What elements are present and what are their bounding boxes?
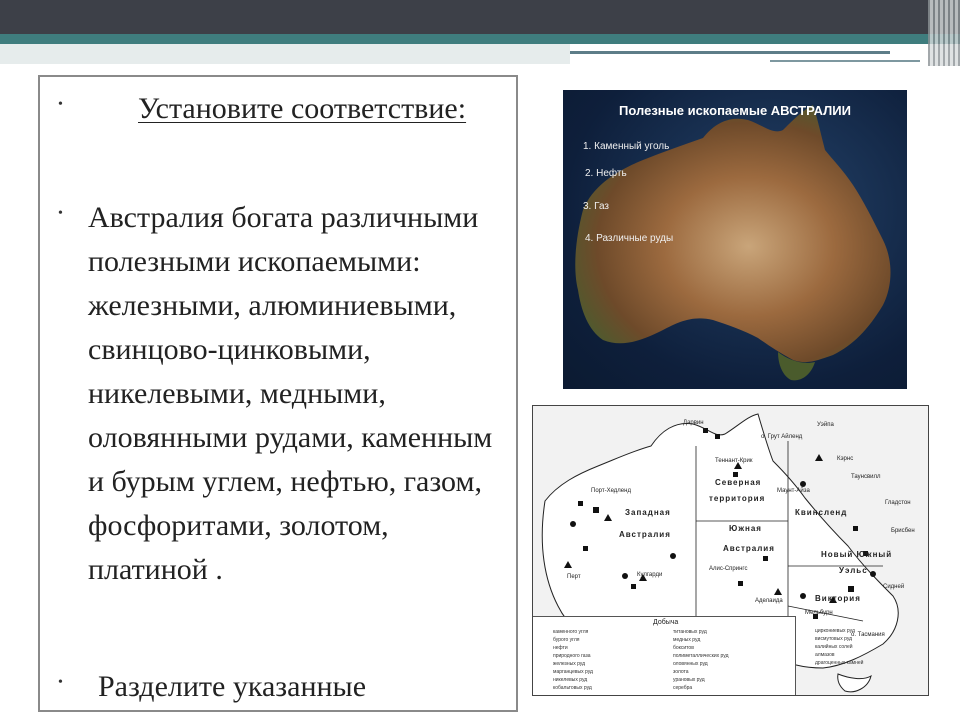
header-accent-line-short <box>770 60 920 62</box>
city-label: Дарвин <box>683 420 704 426</box>
legend-key: нефти <box>553 645 568 651</box>
bullet-task: • Установите соответствие: <box>58 87 508 131</box>
region-qld: Квинсленд <box>795 508 848 517</box>
tasmania-outline <box>837 673 872 693</box>
city-label: Брисбен <box>891 528 915 534</box>
city-label: Теннант-Крик <box>715 458 753 464</box>
bullet-text-description: Австралия богата различными полезными ис… <box>88 201 493 586</box>
legend-key: циркониевых руд <box>815 628 855 634</box>
legend-key: каменного угля <box>553 629 589 635</box>
region-wa-line2: Австралия <box>619 530 671 539</box>
region-nt-line1: Северная <box>715 478 762 487</box>
legend-key: бурого угля <box>553 637 580 643</box>
region-nt-line2: территория <box>709 494 766 503</box>
header-light-band <box>0 44 570 64</box>
satellite-map-australia: Полезные ископаемые АВСТРАЛИИ 1. Каменны… <box>563 90 907 389</box>
city-label: Сидней <box>883 584 905 590</box>
legend-key: висмутовых руд <box>815 636 853 642</box>
city-label: Порт-Хедленд <box>591 488 631 494</box>
legend-key: железных руд <box>553 661 586 667</box>
bullet-dot: • <box>58 97 63 112</box>
city-label: Уэйпа <box>817 422 834 428</box>
mineral-map-australia: Северная территория Западная Австралия Ю… <box>532 405 929 696</box>
city-label: Аделаида <box>755 598 783 604</box>
legend-oil: 2. Нефть <box>585 168 627 179</box>
legend-key: серебра <box>673 685 693 691</box>
city-label: Мельбурн <box>805 610 833 616</box>
bullet-dot: • <box>58 675 63 690</box>
header-teal-band <box>0 34 960 44</box>
region-nsw: Новый Южный <box>821 550 893 559</box>
legend-key: медных руд <box>673 637 701 643</box>
legend-key: титановых руд <box>673 629 707 635</box>
legend-key: полиметаллических руд <box>673 653 729 659</box>
legend-key: оловянных руд <box>673 661 708 667</box>
city-label: Маунт-Айза <box>777 488 810 494</box>
city-label: Алис-Спрингс <box>709 566 748 572</box>
header-accent-line <box>570 51 890 54</box>
region-nsw-line2: Уэльс <box>839 566 868 575</box>
legend-coal: 1. Каменный уголь <box>583 141 670 152</box>
legend-key: бокситов <box>673 645 694 651</box>
bullet-text-instruction: Разделите указанные <box>98 670 367 703</box>
city-label: Кэрнс <box>837 456 854 462</box>
region-sa-line2: Австралия <box>723 544 775 553</box>
bullet-text-task: Установите соответствие: <box>138 92 467 125</box>
legend-key: марганцевых руд <box>553 669 593 675</box>
slide-text-box: • Установите соответствие: • Австралия б… <box>38 75 518 712</box>
satellite-map-title: Полезные ископаемые АВСТРАЛИИ <box>619 103 851 118</box>
bullet-dot: • <box>58 206 63 221</box>
legend-key: урановых руд <box>673 677 705 683</box>
mineral-legend-title: Добыча <box>653 619 679 626</box>
region-vic: Виктория <box>815 594 861 603</box>
region-tasmania: о. Тасмания <box>851 632 885 638</box>
bullet-description: • Австралия богата различными полезными … <box>58 196 508 592</box>
region-wa-line1: Западная <box>625 508 671 517</box>
legend-gas: 3. Газ <box>583 201 610 212</box>
legend-key: кобальтовых руд <box>553 685 592 691</box>
legend-key: золота <box>673 669 689 675</box>
header-dark-band <box>0 0 960 34</box>
city-label: Перт <box>567 574 581 580</box>
bullet-instruction: • Разделите указанные <box>58 665 508 709</box>
city-label: Гладстон <box>885 500 911 506</box>
region-sa-line1: Южная <box>729 524 762 533</box>
city-label: Таунсвилл <box>851 474 881 480</box>
legend-key: никелевых руд <box>553 677 588 683</box>
legend-key: драгоценных камней <box>815 660 864 666</box>
city-label: о. Грут Айленд <box>761 434 803 440</box>
corner-stripes-decoration <box>928 0 960 66</box>
legend-key: калийных солей <box>815 644 853 650</box>
legend-key: природного газа <box>553 653 591 659</box>
legend-ores: 4. Различные руды <box>585 233 674 244</box>
mineral-legend-box: Добыча каменного угля бурого угля нефти … <box>533 616 796 695</box>
city-label: Кулгарди <box>637 572 663 578</box>
legend-key: алмазов <box>815 652 835 658</box>
